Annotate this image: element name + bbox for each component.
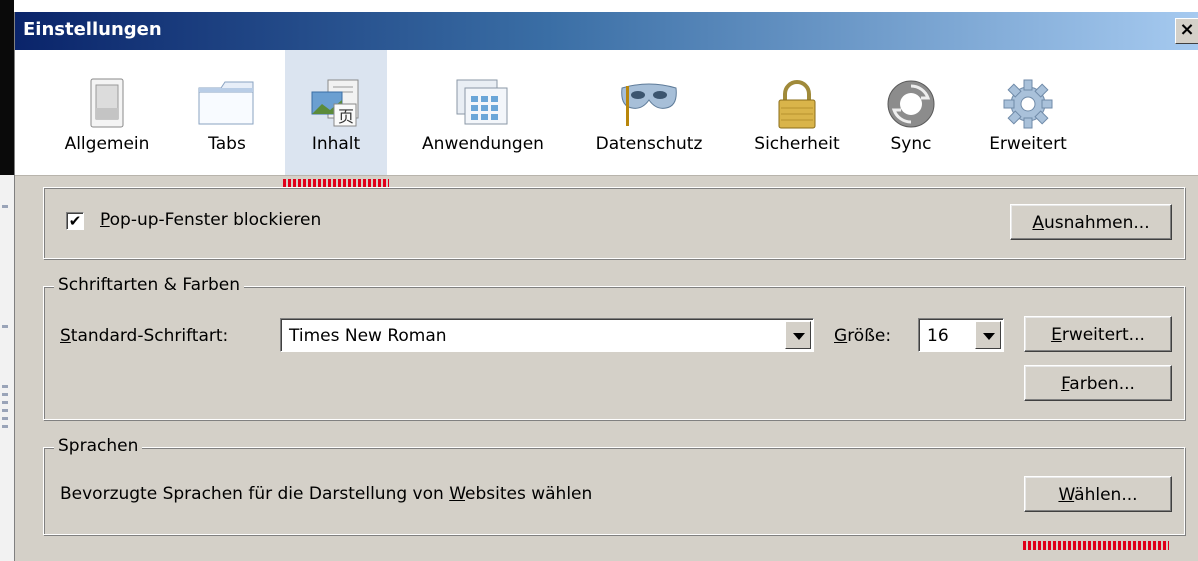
exceptions-button-label-rest: usnahmen... (1044, 213, 1150, 233)
tabs-window-icon (197, 78, 257, 132)
tab-tabs[interactable]: Tabs (187, 50, 267, 175)
background-left-strip (0, 175, 14, 561)
default-font-value: Times New Roman (289, 326, 447, 346)
close-button[interactable]: × (1175, 18, 1198, 44)
preferences-window: Einstellungen × Allgemein Tabs 页 Inhalt (14, 12, 1198, 561)
tab-inhalt[interactable]: 页 Inhalt (285, 50, 387, 175)
tab-label: Tabs (208, 134, 246, 154)
fonts-colors-group: Schriftarten & Farben Standard-Schriftar… (43, 275, 1185, 420)
tab-label: Sicherheit (754, 134, 840, 154)
tab-label: Allgemein (64, 134, 150, 154)
tab-label: Erweitert (989, 134, 1067, 154)
window-title: Einstellungen (23, 19, 162, 40)
chevron-down-icon[interactable] (785, 321, 811, 349)
colors-button[interactable]: Farben... (1024, 365, 1172, 401)
tab-anwendungen[interactable]: Anwendungen (407, 50, 559, 175)
font-size-value: 16 (927, 326, 949, 346)
languages-group: Sprachen Bevorzugte Sprachen für die Dar… (43, 436, 1185, 535)
tab-sicherheit[interactable]: Sicherheit (737, 50, 857, 175)
choose-button-marker (1023, 541, 1169, 550)
popup-block-label[interactable]: Pop-up-Fenster blockieren (100, 210, 321, 230)
default-font-label: Standard-Schriftart: (60, 326, 229, 346)
tab-label: Sync (890, 134, 932, 154)
applications-icon (455, 78, 511, 132)
gear-icon (1002, 78, 1054, 134)
background-left-edge (0, 0, 14, 175)
popup-block-checkbox[interactable]: ✔ (66, 212, 84, 230)
tab-allgemein[interactable]: Allgemein (53, 50, 161, 175)
tab-label: Anwendungen (422, 134, 544, 154)
switch-icon (85, 78, 129, 132)
fonts-colors-legend: Schriftarten & Farben (54, 275, 244, 295)
padlock-icon (775, 78, 819, 134)
choose-languages-button[interactable]: Wählen... (1024, 476, 1172, 512)
background-top (0, 0, 1198, 12)
title-bar[interactable]: Einstellungen × (15, 12, 1198, 50)
tab-label: Datenschutz (595, 134, 703, 154)
preferences-toolbar: Allgemein Tabs 页 Inhalt Anwendungen Date… (15, 50, 1198, 176)
fonts-advanced-button[interactable]: Erweitert... (1024, 316, 1172, 352)
tab-label: Inhalt (311, 134, 361, 154)
exceptions-button[interactable]: Ausnahmen... (1010, 204, 1172, 240)
selected-tab-marker (283, 179, 389, 187)
chevron-down-icon[interactable] (975, 321, 1001, 349)
tab-sync[interactable]: Sync (875, 50, 947, 175)
privacy-mask-icon (618, 78, 680, 132)
sync-icon (885, 78, 937, 134)
languages-description: Bevorzugte Sprachen für die Darstellung … (60, 484, 593, 504)
font-size-select[interactable]: 16 (918, 318, 1004, 352)
svg-text:页: 页 (338, 107, 354, 126)
languages-legend: Sprachen (54, 436, 143, 456)
tab-datenschutz[interactable]: Datenschutz (579, 50, 719, 175)
tab-erweitert[interactable]: Erweitert (973, 50, 1083, 175)
size-label: Größe: (834, 326, 892, 346)
default-font-select[interactable]: Times New Roman (280, 318, 814, 352)
popup-group: ✔ Pop-up-Fenster blockieren Ausnahmen... (43, 187, 1185, 259)
content-icon: 页 (308, 78, 364, 132)
